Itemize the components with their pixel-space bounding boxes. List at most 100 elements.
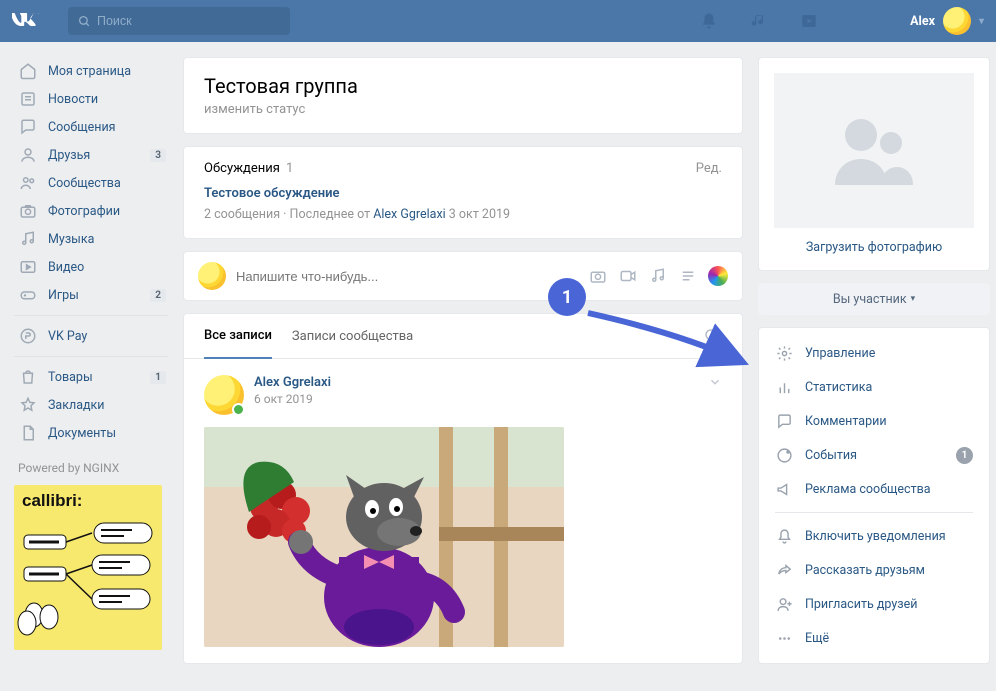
group-photo-placeholder[interactable] <box>774 73 974 228</box>
share-icon <box>775 561 793 579</box>
gamepad-icon <box>18 285 38 305</box>
group-title: Тестовая группа <box>204 74 722 98</box>
post-avatar[interactable] <box>204 375 244 415</box>
video-play-icon[interactable] <box>792 4 826 38</box>
nav-games[interactable]: Игры2 <box>14 281 168 309</box>
attach-photo-icon[interactable] <box>588 266 608 286</box>
discussions-heading: Обсуждения <box>204 161 280 176</box>
nav-market[interactable]: Товары1 <box>14 363 168 391</box>
wall-post: Alex Ggrelaxi 6 окт 2019 <box>184 359 742 663</box>
nav-photos[interactable]: Фотографии <box>14 197 168 225</box>
user-name-label: Alex <box>910 14 935 29</box>
discussions-edit-link[interactable]: Ред. <box>696 161 722 176</box>
events-icon <box>775 446 793 464</box>
nav-music[interactable]: Музыка <box>14 225 168 253</box>
manage-row-ads[interactable]: Реклама сообщества <box>759 472 989 506</box>
discussions-card: Обсуждения 1 Ред. Тестовое обсуждение 2 … <box>183 146 743 239</box>
music-icon <box>18 229 38 249</box>
search-box[interactable] <box>68 7 290 35</box>
notifications-icon[interactable] <box>692 4 726 38</box>
nav-video[interactable]: Видео <box>14 253 168 281</box>
post-composer[interactable] <box>183 251 743 301</box>
video-icon <box>18 257 38 277</box>
center-column: Тестовая группа изменить статус Обсужден… <box>183 57 743 664</box>
wall-card: Все записи Записи сообщества Alex Ggrela… <box>183 313 743 664</box>
nav-messages[interactable]: Сообщения <box>14 113 168 141</box>
topbar: Alex ▾ <box>0 0 996 42</box>
ad-banner[interactable]: callibri: <box>14 485 162 650</box>
powered-by-label: Powered by NGINX <box>18 461 168 475</box>
composer-input[interactable] <box>236 269 578 284</box>
action-enable-notifications[interactable]: Включить уведомления <box>759 519 989 553</box>
discussion-meta: 2 сообщения · Последнее от Alex Ggrelaxi… <box>204 207 722 222</box>
tab-community-posts[interactable]: Записи сообщества <box>292 315 413 358</box>
star-icon <box>18 395 38 415</box>
attach-music-icon[interactable] <box>648 266 668 286</box>
manage-row-comments[interactable]: Комментарии <box>759 404 989 438</box>
user-avatar <box>943 7 971 35</box>
search-input[interactable] <box>97 14 280 28</box>
post-date: 6 окт 2019 <box>254 392 331 406</box>
pay-icon <box>18 326 38 346</box>
person-icon <box>18 145 38 165</box>
post-image[interactable] <box>204 427 564 647</box>
membership-button[interactable]: Вы участник ▾ <box>758 283 990 315</box>
people-icon <box>18 173 38 193</box>
manage-row-management[interactable]: Управление <box>759 336 989 370</box>
chevron-down-icon: ▾ <box>911 294 916 304</box>
nav-vkpay[interactable]: VK Pay <box>14 322 168 350</box>
stats-icon <box>775 378 793 396</box>
nav-communities[interactable]: Сообщества <box>14 169 168 197</box>
music-player-icon[interactable] <box>742 4 776 38</box>
attach-article-icon[interactable] <box>678 266 698 286</box>
vk-logo[interactable] <box>12 13 52 29</box>
more-icon <box>775 629 793 647</box>
wall-tabs: Все записи Записи сообщества <box>184 314 742 359</box>
nav-my-page[interactable]: Моя страница <box>14 57 168 85</box>
discussion-author-link[interactable]: Alex Ggrelaxi <box>373 207 446 222</box>
action-invite[interactable]: Пригласить друзей <box>759 587 989 621</box>
nav-friends[interactable]: Друзья3 <box>14 141 168 169</box>
action-more[interactable]: Ещё <box>759 621 989 655</box>
composer-avatar <box>198 262 226 290</box>
megaphone-icon <box>775 480 793 498</box>
user-menu[interactable]: Alex ▾ <box>910 7 984 35</box>
events-badge: 1 <box>956 447 973 464</box>
gear-icon <box>775 344 793 362</box>
search-icon <box>78 15 91 28</box>
composer-avatar-picker-icon[interactable] <box>708 266 728 286</box>
edit-status-link[interactable]: изменить статус <box>204 102 722 117</box>
attach-video-icon[interactable] <box>618 266 638 286</box>
home-icon <box>18 61 38 81</box>
camera-icon <box>18 201 38 221</box>
chevron-down-icon: ▾ <box>979 16 984 27</box>
manage-row-stats[interactable]: Статистика <box>759 370 989 404</box>
left-nav: Моя страница Новости Сообщения Друзья3 С… <box>14 57 168 664</box>
bell-icon <box>775 527 793 545</box>
bag-icon <box>18 367 38 387</box>
nav-bookmarks[interactable]: Закладки <box>14 391 168 419</box>
comment-icon <box>775 412 793 430</box>
nav-news[interactable]: Новости <box>14 85 168 113</box>
upload-photo-link[interactable]: Загрузить фотографию <box>774 240 974 255</box>
post-author-link[interactable]: Alex Ggrelaxi <box>254 375 331 390</box>
post-menu-icon[interactable] <box>708 375 722 389</box>
market-badge: 1 <box>150 371 166 384</box>
manage-row-events[interactable]: События1 <box>759 438 989 472</box>
group-header-card: Тестовая группа изменить статус <box>183 57 743 134</box>
group-photo-card: Загрузить фотографию <box>758 57 990 271</box>
news-icon <box>18 89 38 109</box>
annotation-step-1: 1 <box>548 278 586 316</box>
manage-menu: Управление Статистика Комментарии Событи… <box>758 327 990 664</box>
discussion-topic-link[interactable]: Тестовое обсуждение <box>204 186 340 201</box>
friends-badge: 3 <box>150 149 166 162</box>
ad-title: callibri: <box>14 485 162 517</box>
tab-all-posts[interactable]: Все записи <box>204 314 272 359</box>
doc-icon <box>18 423 38 443</box>
nav-documents[interactable]: Документы <box>14 419 168 447</box>
invite-icon <box>775 595 793 613</box>
group-placeholder-icon <box>829 111 919 191</box>
wall-search-icon[interactable] <box>702 326 722 346</box>
action-share[interactable]: Рассказать друзьям <box>759 553 989 587</box>
discussions-count: 1 <box>286 161 293 176</box>
